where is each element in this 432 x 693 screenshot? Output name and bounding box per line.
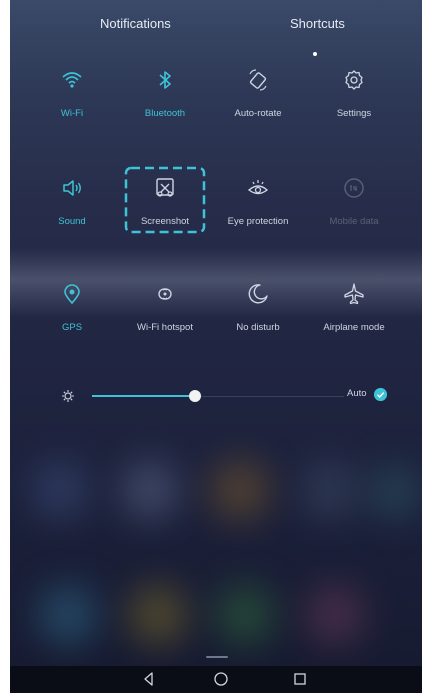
brightness-icon (62, 390, 74, 402)
screenshot-label: Screenshot (140, 216, 190, 227)
no-disturb-label: No disturb (236, 322, 280, 333)
moon-icon (248, 284, 268, 304)
eye-protection-label: Eye protection (227, 216, 289, 227)
gps-label: GPS (61, 322, 83, 333)
wallpaper-blob (38, 585, 98, 645)
wallpaper-blob (300, 460, 360, 520)
auto-rotate-label: Auto-rotate (234, 108, 282, 119)
wifi-icon (62, 72, 82, 88)
auto-rotate-icon (249, 69, 267, 91)
bluetooth-icon (159, 71, 171, 89)
airplane-mode-label: Airplane mode (323, 322, 385, 333)
navigation-bar (10, 666, 422, 693)
wallpaper-blob (305, 585, 365, 645)
bluetooth-label: Bluetooth (144, 108, 186, 119)
quick-settings-panel: Notifications Shortcuts Wi-Fi Bluetooth … (10, 0, 422, 693)
location-icon (64, 284, 80, 305)
wallpaper-blob (30, 460, 90, 520)
mobile-data-label: Mobile data (329, 216, 379, 227)
wallpaper-blob (215, 585, 275, 645)
sound-label: Sound (58, 216, 86, 227)
selected-tab-indicator (313, 52, 317, 56)
home-icon[interactable] (212, 670, 230, 688)
screenshot-icon (156, 178, 174, 197)
gear-icon (345, 70, 363, 90)
eye-icon (247, 180, 269, 195)
back-icon[interactable] (140, 670, 158, 688)
brightness-knob[interactable] (189, 390, 201, 402)
drag-handle[interactable] (206, 656, 228, 658)
recents-icon[interactable] (291, 670, 309, 688)
mobile-data-icon (344, 178, 364, 198)
wallpaper-blob (370, 465, 420, 520)
tab-notifications[interactable]: Notifications (100, 16, 171, 31)
wallpaper-blob (120, 460, 180, 520)
hotspot-icon (158, 288, 172, 300)
auto-brightness-label: Auto (347, 388, 367, 399)
tab-shortcuts[interactable]: Shortcuts (290, 16, 345, 31)
wallpaper-blob (210, 460, 270, 520)
settings-label: Settings (336, 108, 372, 119)
panel-tabs: Notifications Shortcuts (10, 16, 422, 56)
wallpaper-blob (128, 585, 188, 645)
wifi-label: Wi-Fi (60, 108, 84, 119)
airplane-icon (344, 283, 364, 305)
brightness-fill (92, 395, 195, 397)
wifi-hotspot-label: Wi-Fi hotspot (137, 322, 193, 333)
auto-brightness-checkbox[interactable] (374, 388, 387, 401)
brightness-slider[interactable]: Auto (10, 380, 422, 410)
speaker-icon (63, 180, 81, 196)
